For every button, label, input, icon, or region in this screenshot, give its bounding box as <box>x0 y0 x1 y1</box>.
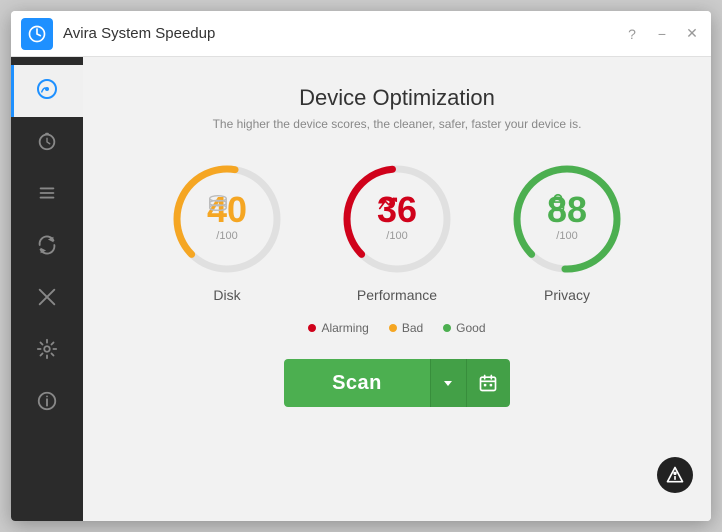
sidebar-item-timer[interactable] <box>11 117 83 169</box>
tools-icon <box>36 286 58 312</box>
page-title: Device Optimization <box>299 85 495 111</box>
legend-good: Good <box>443 321 485 335</box>
score-circle-performance: 36 /100 <box>337 159 457 279</box>
window-title: Avira System Speedup <box>63 25 623 42</box>
privacy-score-denom: /100 <box>556 230 577 242</box>
performance-label: Performance <box>357 287 437 303</box>
scores-row: 40 /100 Disk <box>157 159 637 303</box>
good-dot <box>443 324 451 332</box>
disk-score-inner: 40 /100 <box>207 192 247 246</box>
app-window: Avira System Speedup ? − ✕ <box>11 11 711 521</box>
sidebar-item-settings[interactable] <box>11 325 83 377</box>
score-circle-privacy: 88 /100 <box>507 159 627 279</box>
action-bar: Scan <box>284 359 510 407</box>
content-area: Device Optimization The higher the devic… <box>83 57 711 521</box>
sidebar-item-tools[interactable] <box>11 273 83 325</box>
legend-bad: Bad <box>389 321 423 335</box>
minimize-button[interactable]: − <box>653 25 671 43</box>
performance-score-inner: 36 /100 <box>377 192 417 246</box>
sidebar <box>11 57 83 521</box>
good-label: Good <box>456 321 485 335</box>
bad-dot <box>389 324 397 332</box>
titlebar: Avira System Speedup ? − ✕ <box>11 11 711 57</box>
scan-dropdown-button[interactable] <box>430 359 466 407</box>
score-card-performance: 36 /100 Performance <box>327 159 467 303</box>
avira-badge[interactable] <box>657 457 693 493</box>
bad-label: Bad <box>402 321 423 335</box>
sidebar-item-info[interactable] <box>11 377 83 429</box>
sidebar-item-dashboard[interactable] <box>11 65 83 117</box>
disk-label: Disk <box>213 287 240 303</box>
settings-icon <box>36 338 58 364</box>
help-button[interactable]: ? <box>623 25 641 43</box>
sidebar-item-list[interactable] <box>11 169 83 221</box>
legend: Alarming Bad Good <box>308 321 485 335</box>
legend-alarming: Alarming <box>308 321 368 335</box>
privacy-score-inner: 88 /100 <box>547 192 587 246</box>
close-button[interactable]: ✕ <box>683 25 701 43</box>
scan-calendar-button[interactable] <box>466 359 510 407</box>
info-icon <box>36 390 58 416</box>
score-card-privacy: 88 /100 Privacy <box>497 159 637 303</box>
score-card-disk: 40 /100 Disk <box>157 159 297 303</box>
refresh-icon <box>36 234 58 260</box>
window-controls: ? − ✕ <box>623 25 701 43</box>
alarming-label: Alarming <box>321 321 368 335</box>
app-icon <box>21 18 53 50</box>
sidebar-item-refresh[interactable] <box>11 221 83 273</box>
page-subtitle: The higher the device scores, the cleane… <box>213 117 582 131</box>
main-layout: Device Optimization The higher the devic… <box>11 57 711 521</box>
timer-icon <box>36 130 58 156</box>
scan-button[interactable]: Scan <box>284 359 430 407</box>
performance-score-denom: /100 <box>386 230 407 242</box>
score-circle-disk: 40 /100 <box>167 159 287 279</box>
list-icon <box>36 182 58 208</box>
alarming-dot <box>308 324 316 332</box>
privacy-label: Privacy <box>544 287 590 303</box>
dashboard-icon <box>35 77 59 105</box>
disk-score-denom: /100 <box>216 230 237 242</box>
